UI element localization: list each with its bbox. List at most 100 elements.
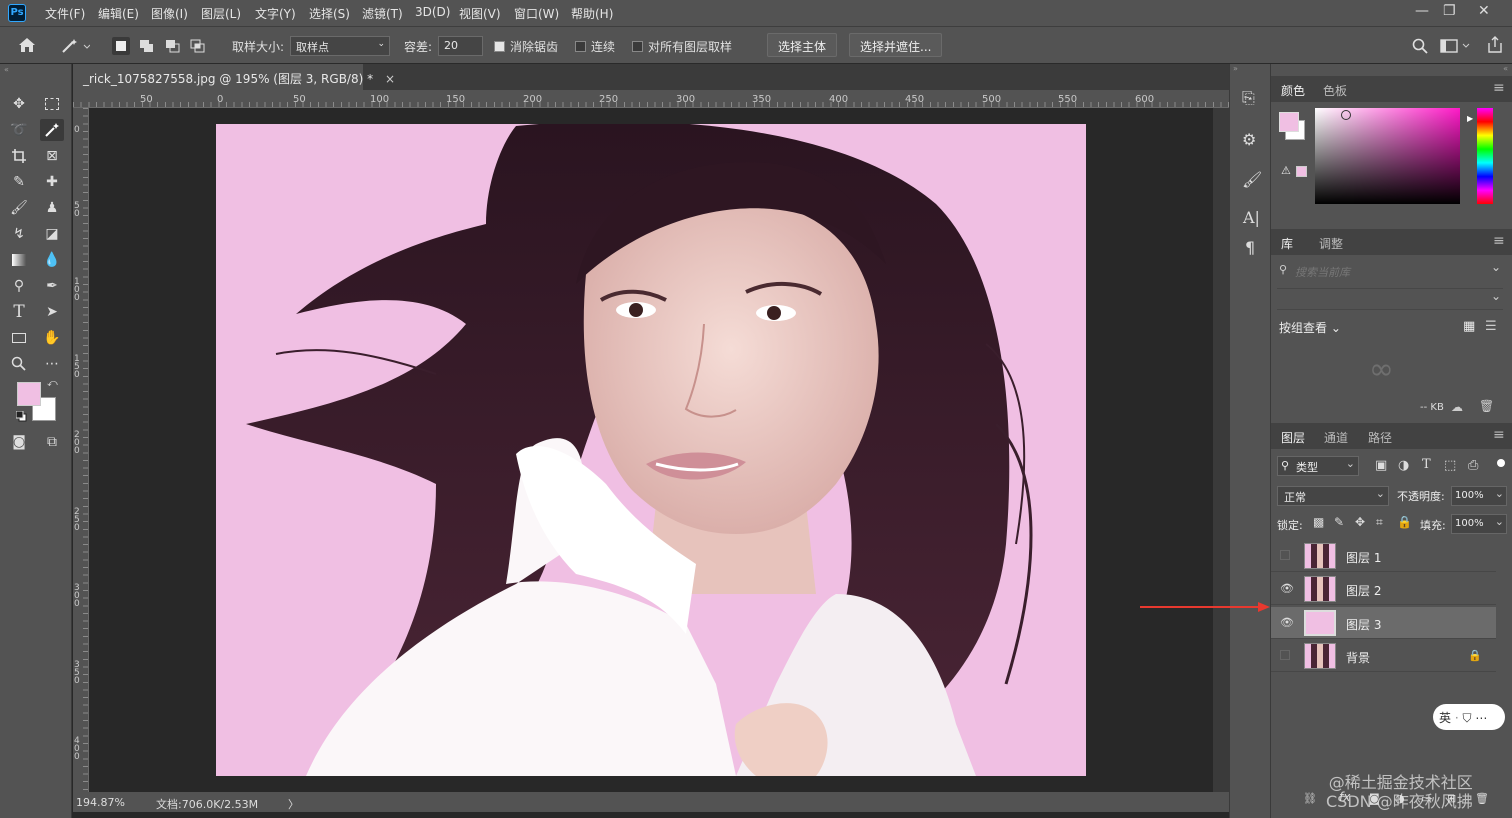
filter-adjustment-icon[interactable]: ◑	[1398, 458, 1409, 473]
ime-language[interactable]: 英	[1439, 711, 1451, 725]
link-layers-icon[interactable]: ⛓	[1303, 792, 1317, 805]
close-tab-icon[interactable]: ×	[385, 72, 395, 86]
search-icon[interactable]	[1412, 38, 1428, 54]
expand-arrows-icon[interactable]: »	[1233, 64, 1238, 73]
color-foreground-swatch[interactable]	[1279, 112, 1299, 132]
hand-tool-icon[interactable]: ✋	[40, 327, 64, 349]
lock-transparent-icon[interactable]: ▩	[1313, 515, 1324, 529]
menu-image[interactable]: 图像(I)	[151, 5, 188, 22]
character-panel-icon[interactable]: A|	[1243, 208, 1260, 227]
filter-pixel-icon[interactable]: ▣	[1375, 458, 1387, 473]
trash-icon[interactable]: 🗑	[1479, 399, 1494, 413]
tab-adjustments[interactable]: 调整	[1319, 235, 1343, 252]
visibility-toggle[interactable]	[1280, 650, 1290, 660]
chevron-down-icon[interactable]: ⌄	[1491, 260, 1501, 274]
blend-mode-select[interactable]: 正常 ⌄	[1277, 486, 1389, 506]
library-select[interactable]: ⌄	[1277, 288, 1503, 310]
path-selection-tool-icon[interactable]: ➤	[40, 301, 64, 323]
layer-name[interactable]: 图层 1	[1346, 549, 1381, 566]
swap-colors-icon[interactable]: ⤺	[47, 378, 58, 389]
zoom-tool-icon[interactable]	[7, 353, 31, 375]
marquee-tool-icon[interactable]	[40, 93, 64, 115]
opacity-input[interactable]: 100% ⌄	[1451, 486, 1507, 506]
move-tool-icon[interactable]: ✥	[7, 93, 31, 115]
menu-select[interactable]: 选择(S)	[309, 5, 350, 22]
paragraph-panel-icon[interactable]: ¶	[1245, 238, 1255, 257]
select-and-mask-button[interactable]: 选择并遮住...	[849, 33, 943, 57]
tab-channels[interactable]: 通道	[1324, 429, 1348, 446]
panel-menu-icon[interactable]: ≡	[1493, 80, 1505, 96]
hue-slider[interactable]	[1477, 108, 1493, 204]
tab-paths[interactable]: 路径	[1368, 429, 1392, 446]
lasso-tool-icon[interactable]: ➰	[7, 119, 31, 141]
magic-wand-preset-icon[interactable]	[60, 37, 90, 55]
blur-tool-icon[interactable]: 💧	[40, 249, 64, 271]
frame-tool-icon[interactable]: ⊠	[40, 145, 64, 167]
subtract-selection-icon[interactable]	[165, 39, 181, 53]
vertical-scrollbar[interactable]	[1213, 108, 1229, 792]
crop-tool-icon[interactable]	[7, 145, 31, 167]
eye-icon[interactable]: 👁	[1280, 617, 1294, 629]
layer-name[interactable]: 背景	[1346, 649, 1370, 666]
more-tools-icon[interactable]: ⋯	[40, 353, 64, 375]
collapse-arrows-icon[interactable]: «	[4, 65, 9, 74]
layer-row[interactable]: 👁 图层 2	[1271, 573, 1496, 605]
share-icon[interactable]	[1487, 36, 1503, 54]
default-colors-icon[interactable]	[16, 411, 27, 422]
history-panel-icon[interactable]: ⎘	[1242, 88, 1255, 108]
layer-row[interactable]: 背景 🔒	[1271, 640, 1496, 672]
filter-toggle[interactable]	[1497, 459, 1505, 467]
tab-libraries[interactable]: 库	[1281, 235, 1293, 252]
status-menu-arrow-icon[interactable]: 〉	[288, 796, 299, 812]
brush-settings-icon[interactable]: 🖌	[1242, 170, 1262, 189]
ime-skin-icon[interactable]: ⛉	[1463, 711, 1472, 725]
menu-filter[interactable]: 滤镜(T)	[362, 5, 403, 22]
gradient-tool-icon[interactable]	[7, 249, 31, 271]
lock-position-icon[interactable]: ✥	[1355, 515, 1365, 529]
screen-mode-icon[interactable]: ⧉	[40, 431, 64, 453]
menu-window[interactable]: 窗口(W)	[514, 5, 559, 22]
tab-layers[interactable]: 图层	[1281, 429, 1305, 446]
document-canvas[interactable]	[216, 124, 1086, 776]
color-picker-circle[interactable]	[1341, 110, 1351, 120]
foreground-color-swatch[interactable]	[17, 382, 41, 406]
lock-artboard-icon[interactable]: ⌗	[1376, 515, 1383, 530]
list-view-icon[interactable]: ☰	[1485, 319, 1497, 334]
tolerance-input[interactable]: 20	[438, 36, 483, 56]
sample-size-select[interactable]: 取样点 ⌄	[290, 36, 390, 56]
quick-mask-icon[interactable]: ◙	[7, 431, 31, 453]
canvas-area[interactable]	[89, 108, 1213, 792]
layer-row-selected[interactable]: 👁 图层 3	[1271, 607, 1496, 639]
grid-view-icon[interactable]: ▦	[1463, 319, 1475, 334]
select-subject-button[interactable]: 选择主体	[767, 33, 838, 57]
type-tool-icon[interactable]: T	[7, 301, 31, 323]
clone-stamp-tool-icon[interactable]: ♟	[40, 197, 64, 219]
ime-toolbar[interactable]: 英 · ⛉ ⋯	[1433, 704, 1505, 730]
menu-view[interactable]: 视图(V)	[459, 5, 501, 22]
filter-type-icon[interactable]: T	[1422, 457, 1431, 472]
restore-icon[interactable]: ❐	[1443, 3, 1456, 19]
new-selection-icon[interactable]	[112, 37, 130, 55]
filter-shape-icon[interactable]: ⬚	[1444, 458, 1456, 473]
home-icon[interactable]	[18, 37, 36, 53]
layer-row[interactable]: 图层 1	[1271, 540, 1496, 572]
magic-wand-tool-icon[interactable]	[40, 119, 64, 141]
color-field[interactable]	[1315, 108, 1460, 204]
menu-layer[interactable]: 图层(L)	[201, 5, 241, 22]
lock-image-icon[interactable]: ✎	[1334, 515, 1344, 529]
fill-input[interactable]: 100% ⌄	[1451, 514, 1507, 534]
menu-help[interactable]: 帮助(H)	[571, 5, 613, 22]
close-window-icon[interactable]: ✕	[1478, 3, 1490, 19]
eye-icon[interactable]: 👁	[1280, 583, 1294, 595]
antialias-checkbox[interactable]	[494, 41, 505, 52]
gamut-swatch[interactable]	[1296, 166, 1307, 177]
minimize-icon[interactable]: —	[1415, 3, 1429, 19]
menu-file[interactable]: 文件(F)	[45, 5, 85, 22]
visibility-toggle[interactable]	[1280, 550, 1290, 560]
gamut-warning-icon[interactable]: ⚠	[1281, 164, 1291, 177]
tab-color[interactable]: 颜色	[1281, 82, 1305, 99]
rectangle-tool-icon[interactable]	[7, 327, 31, 349]
panel-menu-icon[interactable]: ≡	[1493, 427, 1505, 443]
pen-tool-icon[interactable]: ✒	[40, 275, 64, 297]
workspace-icon[interactable]	[1440, 38, 1470, 54]
